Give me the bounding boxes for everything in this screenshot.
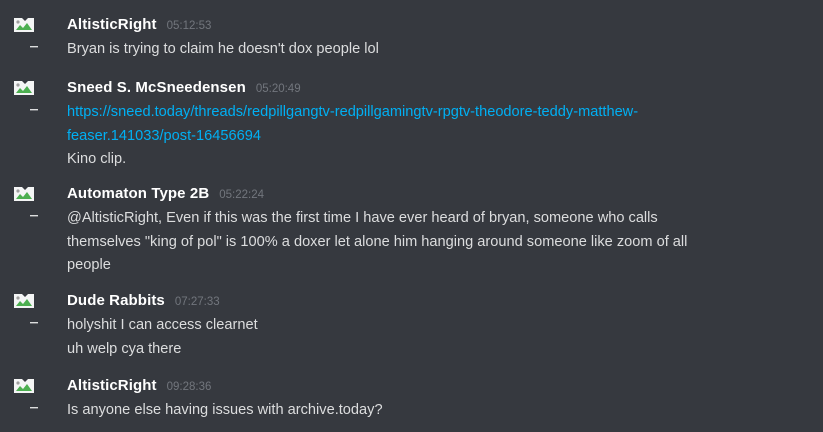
message-header: Dude Rabbits 07:27:33 (67, 292, 220, 312)
avatar[interactable] (12, 16, 44, 50)
message-content: Is anyone else having issues with archiv… (67, 399, 767, 423)
username[interactable]: Sneed S. McSneedensen (67, 79, 246, 96)
link-line[interactable]: https://sneed.today/threads/redpillgangt… (67, 101, 767, 125)
avatar[interactable] (12, 377, 44, 411)
timestamp: 05:22:24 (219, 189, 265, 201)
message-line: themselves "king of pol" is 100% a doxer… (67, 233, 688, 250)
username[interactable]: Dude Rabbits (67, 292, 165, 309)
message-link[interactable]: https://sneed.today/threads/redpillgangt… (67, 101, 767, 148)
message-header: AltisticRight 09:28:36 (67, 377, 211, 397)
username[interactable]: Automaton Type 2B (67, 185, 209, 202)
message-line: people (67, 257, 111, 273)
message-line: uh welp cya there (67, 340, 182, 357)
message-content: @AltisticRight, Even if this was the fir… (67, 207, 767, 278)
avatar[interactable] (12, 292, 44, 326)
broken-image-icon (14, 187, 38, 217)
timestamp: 05:12:53 (166, 20, 212, 32)
broken-image-icon (14, 18, 38, 48)
message-line: Kino clip. (67, 151, 127, 167)
broken-image-icon (14, 81, 38, 111)
timestamp: 09:28:36 (166, 381, 212, 393)
message-header: Sneed S. McSneedensen 05:20:49 (67, 79, 301, 99)
message-line: Is anyone else having issues with archiv… (67, 402, 383, 418)
message-content: https://sneed.today/threads/redpillgangt… (67, 101, 767, 172)
message-header: Automaton Type 2B 05:22:24 (67, 185, 264, 205)
timestamp: 07:27:33 (174, 296, 220, 308)
broken-image-icon (14, 294, 38, 324)
message-content: holyshit I can access clearnet uh welp c… (67, 314, 767, 361)
link-line[interactable]: feaser.141033/post-16456694 (67, 125, 767, 149)
message-line: @AltisticRight, Even if this was the fir… (67, 210, 658, 226)
message-line: Bryan is trying to claim he doesn't dox … (67, 41, 379, 57)
username[interactable]: AltisticRight (67, 16, 157, 33)
avatar[interactable] (12, 79, 44, 113)
message-header: AltisticRight 05:12:53 (67, 16, 211, 36)
avatar[interactable] (12, 185, 44, 219)
message-content: Bryan is trying to claim he doesn't dox … (67, 38, 767, 62)
timestamp: 05:20:49 (255, 83, 301, 95)
broken-image-icon (14, 379, 38, 409)
message-line: holyshit I can access clearnet (67, 317, 258, 333)
chat-log: AltisticRight 05:12:53 Bryan is trying t… (0, 0, 823, 432)
username[interactable]: AltisticRight (67, 377, 157, 394)
